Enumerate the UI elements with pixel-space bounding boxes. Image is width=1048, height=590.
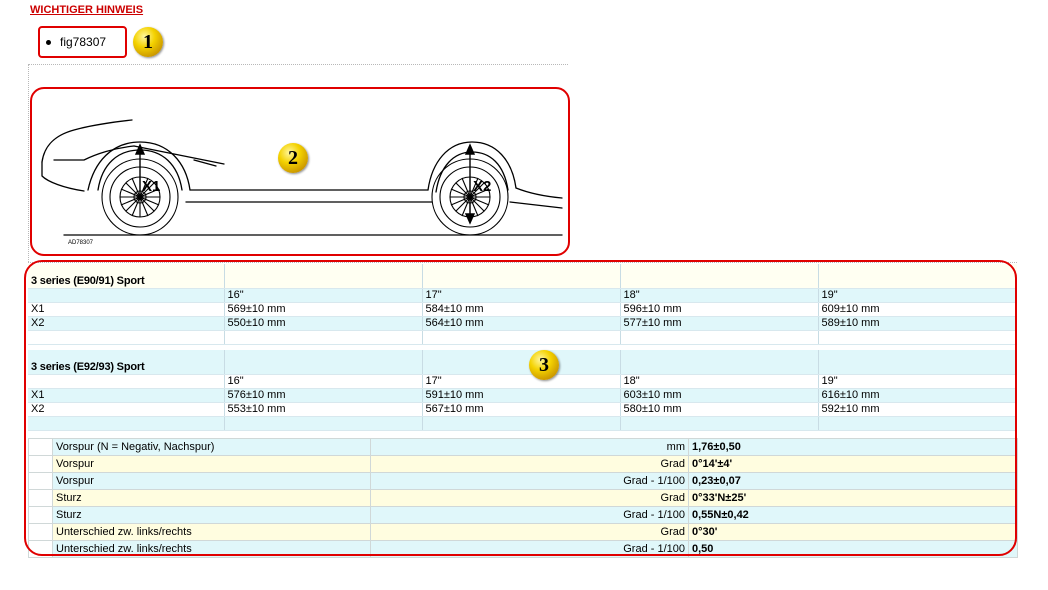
diagram-highlight: [30, 87, 570, 256]
page-heading: WICHTIGER HINWEIS: [30, 4, 144, 16]
callout-marker-1: 1: [133, 27, 163, 57]
figure-link[interactable]: fig78307: [60, 35, 106, 49]
callout-marker-2: 2: [278, 143, 308, 173]
callout-marker-3: 3: [529, 350, 559, 380]
divider: [28, 64, 568, 66]
table-highlight: [24, 260, 1017, 556]
bullet-icon: [46, 40, 51, 45]
